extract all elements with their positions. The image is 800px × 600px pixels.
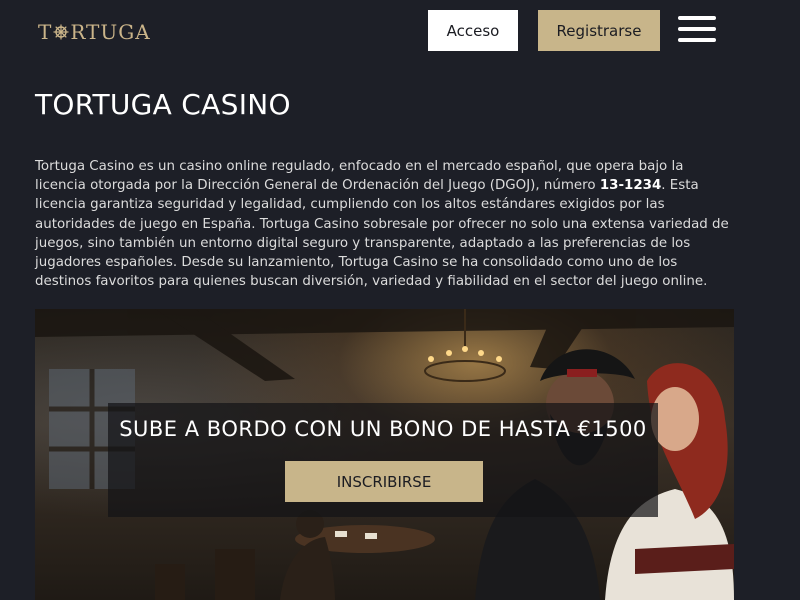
- license-number: 13-1234: [599, 178, 662, 194]
- logo-text-right: RTUGA: [70, 20, 151, 44]
- intro-text-part1: Tortuga Casino es un casino online regul…: [35, 159, 684, 194]
- site-header: T RTUGA Acceso Registrarse: [0, 0, 800, 64]
- page-title: TORTUGA CASINO: [35, 88, 291, 121]
- intro-text-part2: . Esta licencia garantiza seguridad y le…: [35, 178, 729, 290]
- intro-paragraph: Tortuga Casino es un casino online regul…: [35, 157, 735, 291]
- menu-bar: [678, 38, 716, 42]
- promo-title: SUBE A BORDO CON UN BONO DE HASTA €1500: [119, 417, 647, 441]
- promo-overlay: SUBE A BORDO CON UN BONO DE HASTA €1500 …: [108, 403, 658, 517]
- tortuga-logo[interactable]: T RTUGA: [38, 20, 151, 44]
- menu-bar: [678, 27, 716, 31]
- register-button[interactable]: Registrarse: [538, 10, 660, 51]
- menu-bar: [678, 16, 716, 20]
- login-button[interactable]: Acceso: [428, 10, 518, 51]
- logo-text-left: T: [38, 20, 53, 44]
- signup-button[interactable]: INSCRIBIRSE: [285, 461, 483, 502]
- ship-wheel-icon: [53, 24, 69, 40]
- hero-banner: SUBE A BORDO CON UN BONO DE HASTA €1500 …: [35, 309, 734, 600]
- hamburger-menu-icon[interactable]: [678, 16, 716, 46]
